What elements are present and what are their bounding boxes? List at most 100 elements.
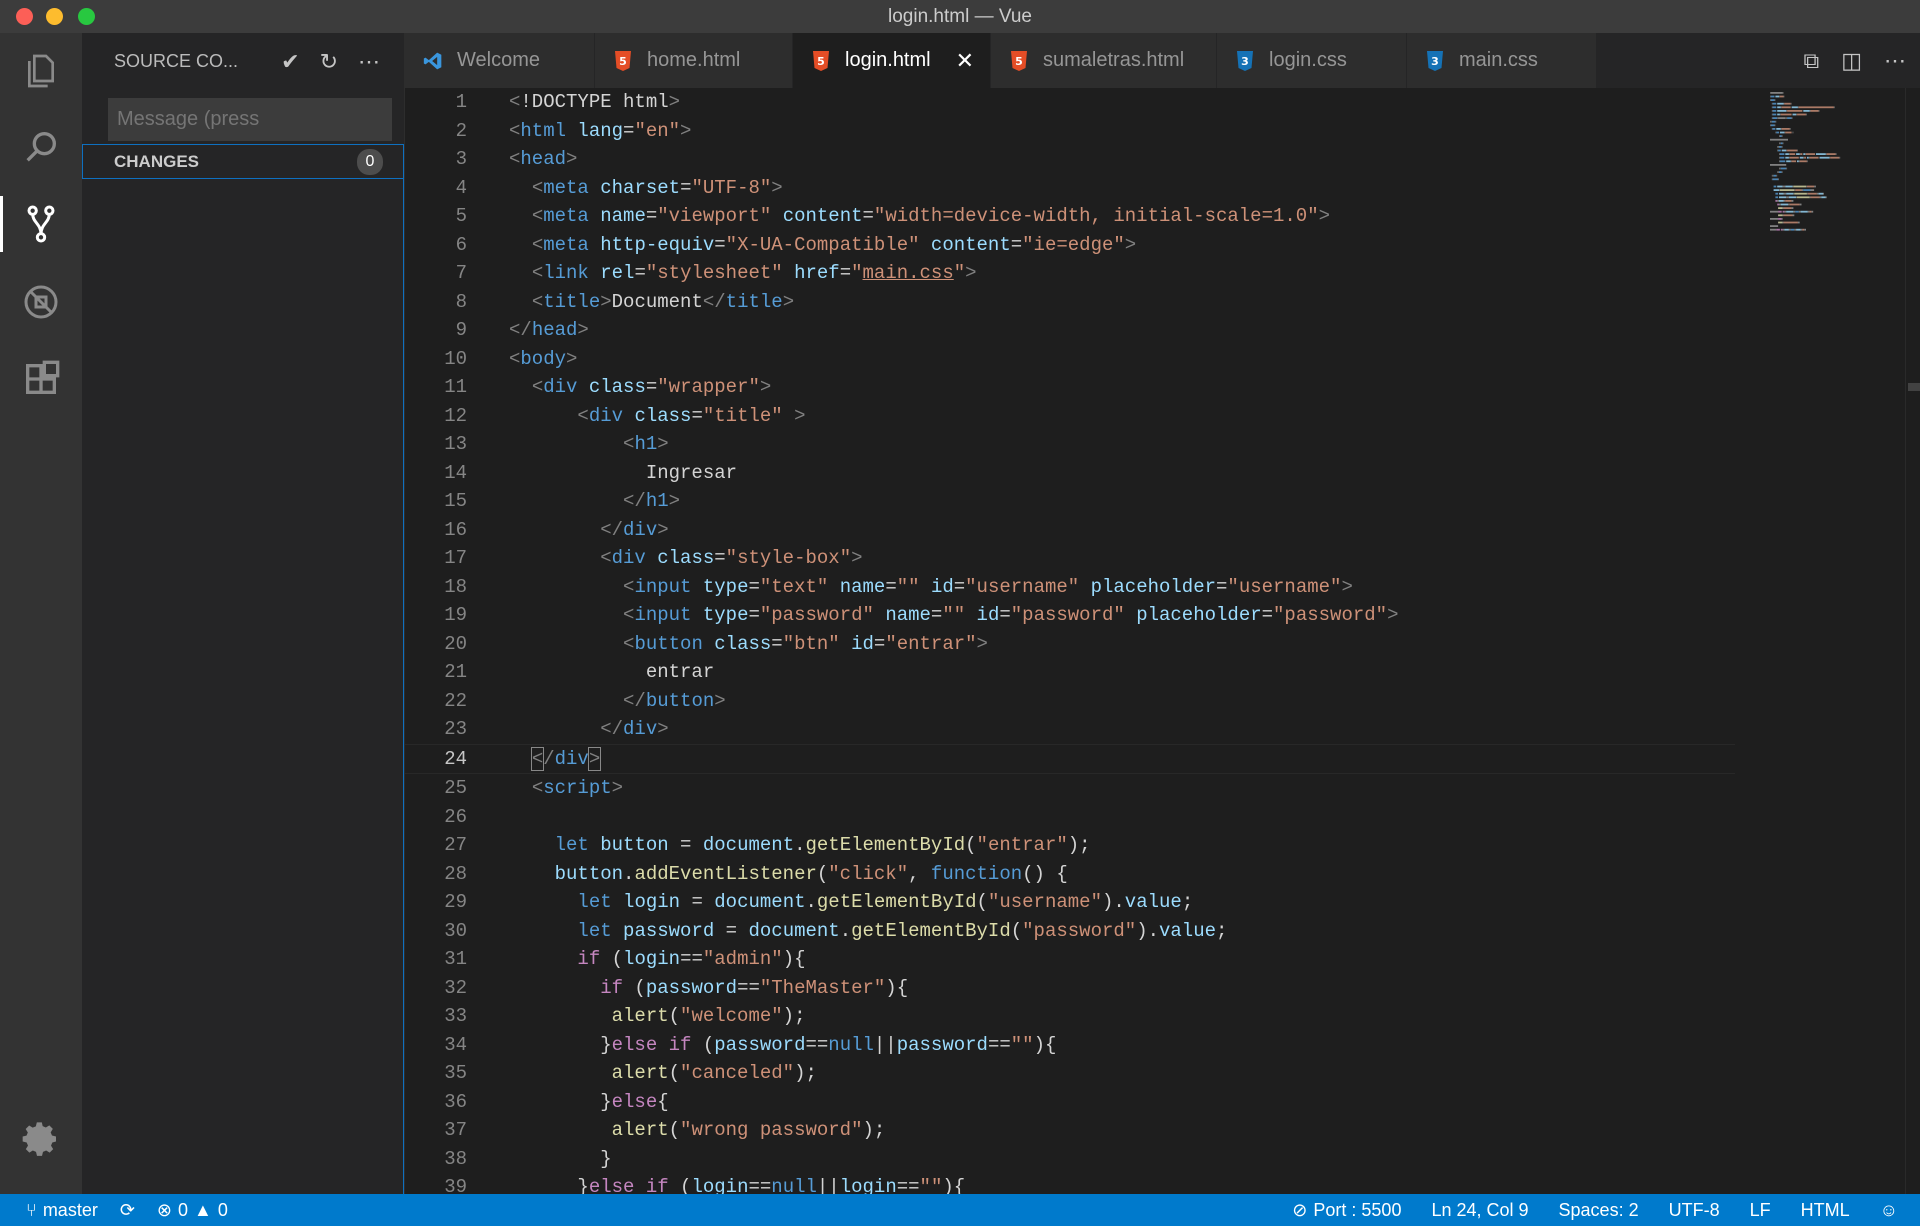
code-line[interactable]: 22 </button> [405,687,1735,716]
code-line[interactable]: 3 <head> [405,145,1735,174]
code-token: main.css [862,262,954,284]
minimap-mark [1774,99,1776,101]
code-line[interactable]: 19 <input type="password" name="" id="pa… [405,601,1735,630]
minimap[interactable] [1766,88,1886,248]
code-line[interactable]: 26 [405,803,1735,832]
code-token: > [657,433,669,455]
extensions-icon[interactable] [0,343,82,415]
code-line[interactable]: 39 }else if (login==null||login==""){ [405,1173,1735,1194]
minimize-window-button[interactable] [46,8,63,25]
code-line[interactable]: 9 </head> [405,316,1735,345]
minimap-mark [1780,113,1792,116]
live-server-port[interactable]: ⊘ Port : 5500 [1292,1200,1401,1221]
code-line[interactable]: 12 <div class="title" > [405,402,1735,431]
code-editor[interactable]: 1 <!DOCTYPE html> 2 <html lang="en"> 3 <head>… [405,88,1920,1194]
code-line[interactable]: 31 if (login=="admin"){ [405,945,1735,974]
tab-sumaletras-html[interactable]: 5 sumaletras.html [991,33,1217,88]
scrollbar-thumb[interactable] [1908,383,1920,391]
debug-icon[interactable] [0,266,82,338]
code-line[interactable]: 33 alert("welcome"); [405,1002,1735,1031]
tab-welcome[interactable]: Welcome [405,33,595,88]
tab-main-css[interactable]: 3 main.css [1407,33,1597,88]
code-line[interactable]: 23 </div> [405,715,1735,744]
minimap-mark [1777,113,1780,116]
code-line[interactable]: 16 </div> [405,516,1735,545]
tab-label: home.html [647,49,741,71]
code-token: = [623,119,635,142]
code-line[interactable]: 14 Ingresar [405,459,1735,488]
indentation[interactable]: Spaces: 2 [1559,1200,1639,1221]
code-line[interactable]: 38 } [405,1145,1735,1174]
branch-indicator[interactable]: ⑂ master [26,1200,98,1221]
code-line[interactable]: 8 <title>Document</title> [405,288,1735,317]
source-control-icon[interactable] [0,188,82,260]
tab-home-html[interactable]: 5 home.html [595,33,793,88]
split-editor-icon[interactable]: ◫ [1841,48,1862,74]
code-line[interactable]: 2 <html lang="en"> [405,117,1735,146]
search-icon[interactable] [0,111,82,183]
maximize-window-button[interactable] [78,8,95,25]
commit-message-input[interactable] [108,98,392,141]
code-line[interactable]: 1 <!DOCTYPE html> [405,88,1735,117]
code-token: button [554,862,624,885]
sync-icon[interactable]: ⟳ [120,1200,135,1221]
code-line[interactable]: 28 button.addEventListener("click", func… [405,860,1735,889]
code-line[interactable]: 35 alert("canceled"); [405,1059,1735,1088]
tab-login-html[interactable]: 5 login.html ✕ [793,33,991,88]
code-token: document [714,891,806,913]
vertical-scrollbar[interactable] [1905,88,1920,1194]
code-token: > [794,404,806,427]
refresh-icon[interactable]: ↻ [320,49,338,75]
explorer-icon[interactable] [0,35,82,107]
code-line[interactable]: 34 }else if (password==null||password=="… [405,1031,1735,1060]
code-token: "click" [828,862,909,885]
language-mode[interactable]: HTML [1801,1200,1850,1221]
code-line[interactable]: 37 alert("wrong password"); [405,1116,1735,1145]
commit-check-icon[interactable]: ✔ [281,49,299,75]
line-number: 17 [444,547,467,569]
code-line[interactable]: 5 <meta name="viewport" content="width=d… [405,202,1735,231]
code-line[interactable]: 7 <link rel="stylesheet" href="main.css"… [405,259,1735,288]
settings-gear-icon[interactable] [0,1103,82,1175]
code-line[interactable]: 6 <meta http-equiv="X-UA-Compatible" con… [405,231,1735,260]
code-line[interactable]: 17 <div class="style-box"> [405,544,1735,573]
code-line[interactable]: 15 </h1> [405,487,1735,516]
problems-indicator[interactable]: ⊗ 0 ▲ 0 [157,1200,228,1221]
code-token: content [930,233,1011,256]
close-tab-icon[interactable]: ✕ [956,48,974,74]
open-preview-icon[interactable]: ⧉ [1803,48,1819,74]
code-line[interactable]: 32 if (password=="TheMaster"){ [405,974,1735,1003]
code-token: } [509,1033,612,1056]
code-line[interactable]: 36 }else{ [405,1088,1735,1117]
code-token: id [851,632,874,655]
code-line[interactable]: 30 let password = document.getElementByI… [405,917,1735,946]
code-line[interactable]: 10 <body> [405,345,1735,374]
cursor-position[interactable]: Ln 24, Col 9 [1431,1200,1528,1221]
end-of-line[interactable]: LF [1750,1200,1771,1221]
code-line[interactable]: 20 <button class="btn" id="entrar"> [405,630,1735,659]
changes-section-header[interactable]: CHANGES 0 [82,144,404,179]
code-token: > [714,689,726,712]
code-line[interactable]: 29 let login = document.getElementById("… [405,888,1735,917]
minimap-mark [1789,153,1796,155]
more-actions-icon[interactable]: ⋯ [358,49,380,75]
code-line[interactable]: 11 <div class="wrapper"> [405,373,1735,402]
code-line[interactable]: 24 </div> [405,743,1735,774]
code-line[interactable]: 21 entrar [405,658,1735,687]
code-line[interactable]: 25 <script> [405,774,1735,803]
close-window-button[interactable] [16,8,33,25]
code-token: login [691,1176,749,1194]
code-token: > [600,290,612,313]
code-line[interactable]: 18 <input type="text" name="" id="userna… [405,573,1735,602]
encoding[interactable]: UTF-8 [1669,1200,1720,1221]
more-editor-actions-icon[interactable]: ⋯ [1884,48,1906,74]
code-token: </ [623,490,646,512]
tab-login-css[interactable]: 3 login.css [1217,33,1407,88]
code-line[interactable]: 4 <meta charset="UTF-8"> [405,174,1735,203]
code-line[interactable]: 27 let button = document.getElementById(… [405,831,1735,860]
code-line[interactable]: 13 <h1> [405,430,1735,459]
code-token: else [611,1033,658,1056]
feedback-smiley-icon[interactable]: ☺ [1880,1200,1898,1221]
